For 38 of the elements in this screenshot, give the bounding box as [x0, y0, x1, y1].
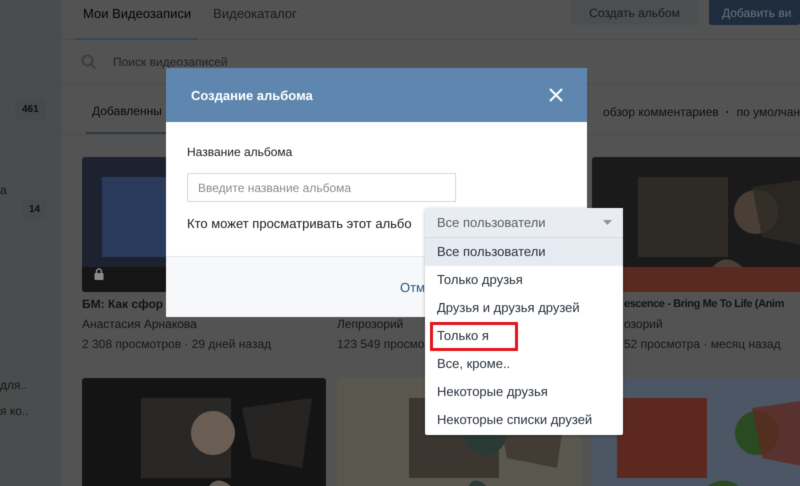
dropdown-option[interactable]: Все пользователи	[425, 238, 623, 266]
sidebar-item[interactable]: а	[0, 183, 7, 197]
tab[interactable]: Видеокаталог	[206, 0, 304, 36]
select-value: Все пользователи	[437, 215, 546, 230]
video-meta: 52 просмотра · месяц назад	[624, 336, 781, 353]
count-badge: 14	[22, 199, 48, 220]
separator-dot: ·	[726, 105, 730, 119]
search-icon	[81, 54, 97, 70]
tab[interactable]: Мои Видеозаписи	[76, 0, 198, 40]
caret-icon	[603, 220, 612, 225]
sidebar-item[interactable]: я ко..	[0, 404, 29, 418]
video-title[interactable]: escence - Bring Me To Life (Anim	[624, 292, 784, 314]
video-meta: 2 308 просмотров · 29 дней назад	[82, 336, 272, 353]
dropdown-option[interactable]: Друзья и друзья друзей	[425, 294, 623, 322]
close-button[interactable]	[549, 88, 563, 102]
video-author[interactable]: Анастасия Арнакова	[82, 314, 197, 334]
sidebar-item[interactable]: для..	[0, 378, 28, 392]
close-icon	[549, 88, 563, 102]
album-name-field[interactable]: Введите название альбома	[187, 173, 456, 202]
count-badge: 461	[15, 99, 46, 120]
dialog-title: Создание альбома	[191, 88, 313, 102]
sort-link[interactable]: по умолчан	[736, 105, 800, 119]
dropdown-option[interactable]: Некоторые друзья	[425, 378, 623, 406]
video-meta: 123 549 просмо	[337, 336, 424, 353]
video-author[interactable]: озорий	[624, 314, 663, 334]
privacy-select[interactable]: Все пользователи	[425, 208, 623, 238]
sort-link[interactable]: обзор комментариев	[603, 105, 719, 119]
lock-icon	[94, 268, 104, 280]
video-author[interactable]: Лепрозорий	[337, 314, 404, 334]
dropdown-option[interactable]: Некоторые списки друзей	[425, 406, 623, 434]
video-title[interactable]: БМ: Как сфор	[82, 292, 164, 314]
cancel-button[interactable]: Отм	[400, 280, 425, 294]
privacy-label: Кто может просматривать этот альбо	[187, 216, 412, 231]
dropdown-option[interactable]: Только я	[425, 322, 623, 350]
field-label: Название альбома	[187, 144, 294, 160]
dropdown-option[interactable]: Все, кроме..	[425, 350, 623, 378]
add-video-button[interactable]: Добавить ви	[709, 0, 800, 25]
dropdown-option[interactable]: Только друзья	[425, 266, 623, 294]
